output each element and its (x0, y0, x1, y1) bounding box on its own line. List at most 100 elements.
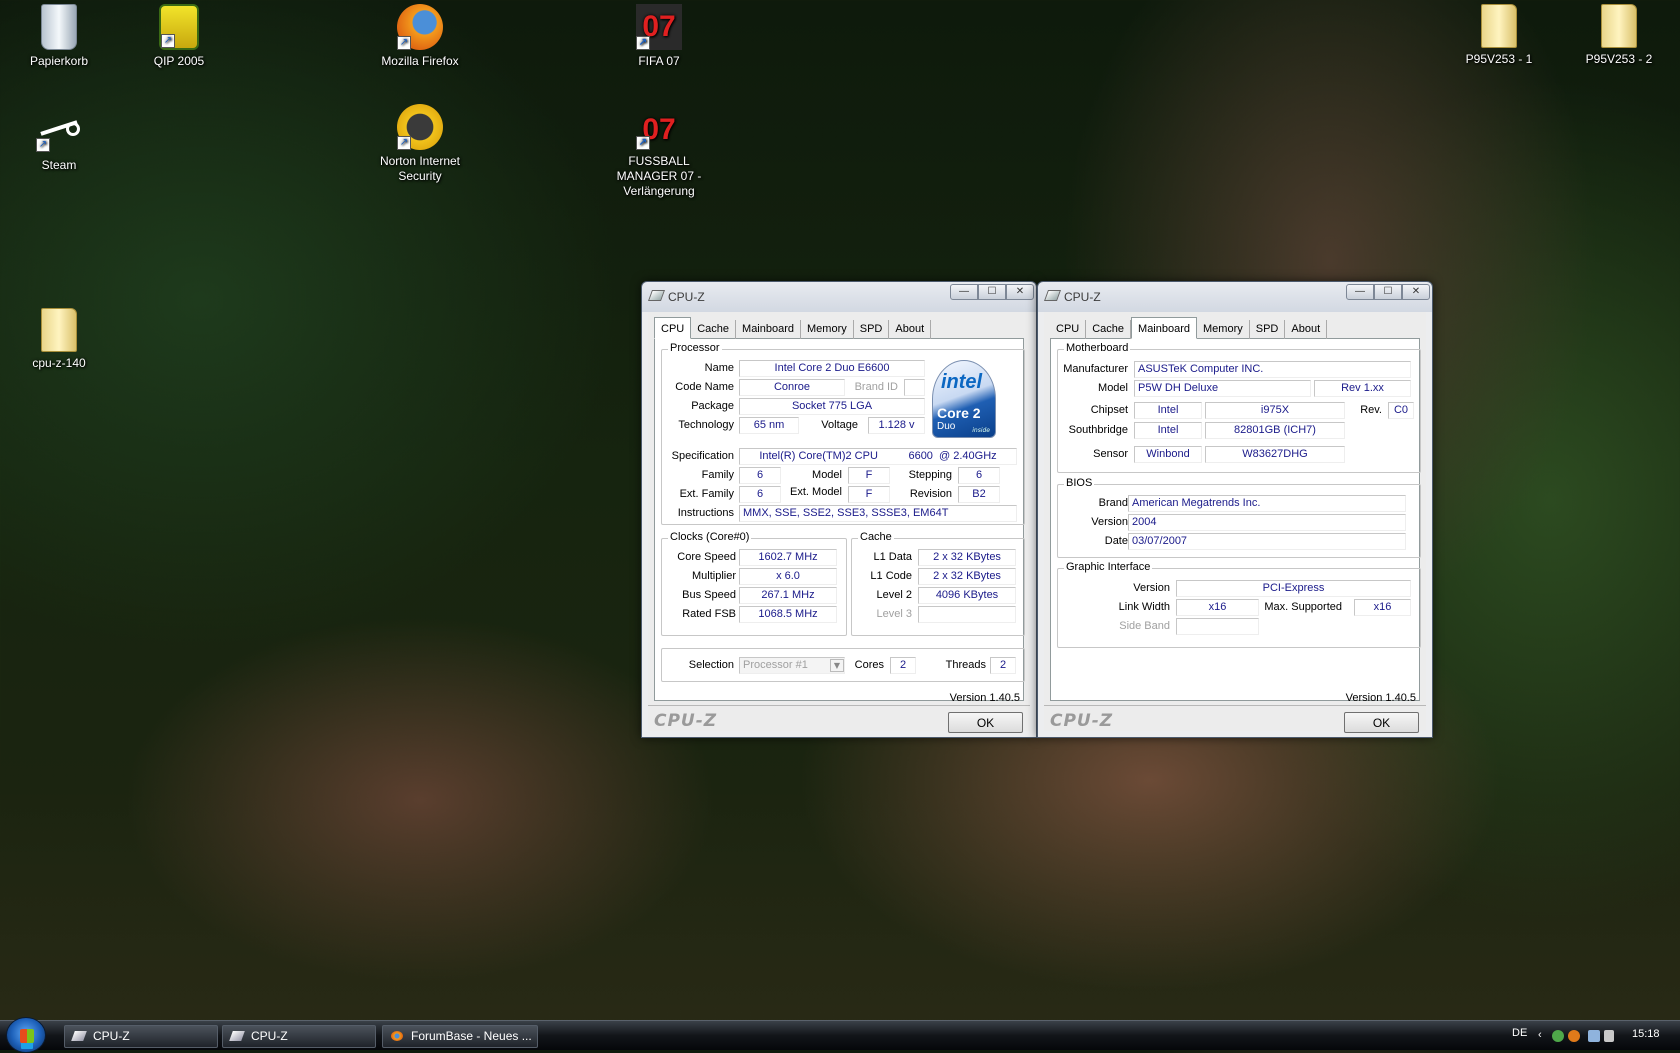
desktop-icon-fussball-manager[interactable]: 07 ↗ FUSSBALL MANAGER 07 - Verlängerung (594, 110, 724, 199)
recycle-bin-icon (41, 4, 77, 50)
label-package: Package (691, 400, 734, 412)
label-max-supported: Max. Supported (1264, 601, 1342, 613)
motherboard-group: Motherboard Manufacturer ASUSTeK Compute… (1057, 342, 1421, 473)
close-button[interactable]: ✕ (1402, 284, 1430, 300)
title-bar[interactable]: CPU-Z — ☐ ✕ (1038, 282, 1432, 310)
bios-date-value: 03/07/2007 (1128, 533, 1406, 550)
label-link-width: Link Width (1118, 601, 1170, 613)
intel-brand-text: intel (941, 371, 983, 393)
manufacturer-value: ASUSTeK Computer INC. (1134, 361, 1411, 378)
tab-cache[interactable]: Cache (1086, 320, 1132, 339)
desktop-icon-p95v253-1[interactable]: P95V253 - 1 (1444, 4, 1554, 67)
tab-strip: CPU Cache Mainboard Memory SPD About (1050, 317, 1420, 339)
label-bios-version: Version (1091, 516, 1128, 528)
label-bios-brand: Brand (1098, 497, 1128, 509)
taskbar-button-cpuz-2[interactable]: CPU-Z (222, 1025, 376, 1048)
bios-version-value: 2004 (1128, 514, 1406, 531)
tab-about[interactable]: About (889, 320, 932, 339)
label-threads: Threads (945, 659, 986, 671)
southbridge-vendor-value: Intel (1134, 422, 1202, 439)
label-rev: Rev. (1360, 404, 1382, 416)
tab-cpu[interactable]: CPU (1050, 320, 1087, 339)
sensor-value: W83627DHG (1205, 446, 1345, 463)
label-codename: Code Name (675, 381, 734, 393)
group-title: Cache (858, 531, 894, 543)
title-bar[interactable]: CPU-Z — ☐ ✕ (642, 282, 1036, 310)
desktop-icon-norton[interactable]: ↗ Norton Internet Security (365, 104, 475, 184)
desktop-icon-fifa[interactable]: 07 ↗ FIFA 07 (604, 4, 714, 69)
threads-value: 2 (990, 657, 1016, 674)
label-specification: Specification (671, 450, 734, 462)
maximize-button[interactable]: ☐ (1374, 284, 1402, 300)
cpuz-app-icon (71, 1031, 87, 1041)
desktop-icon-cpu-z-140[interactable]: cpu-z-140 (4, 308, 114, 371)
version-label: Version 1.40.5 (1345, 692, 1416, 704)
label-extfamily: Ext. Family (679, 488, 734, 500)
tab-panel-mainboard: Motherboard Manufacturer ASUSTeK Compute… (1050, 339, 1421, 701)
cpuz-logo: CPU-Z (654, 711, 718, 731)
multiplier-value: x 6.0 (739, 568, 837, 585)
label-brandid: Brand ID (854, 381, 898, 393)
taskbar-button-forumbase[interactable]: ForumBase - Neues ... (382, 1025, 538, 1048)
ok-button[interactable]: OK (948, 712, 1023, 733)
network-icon[interactable] (1588, 1030, 1600, 1042)
desktop-icon-label: FUSSBALL MANAGER 07 - Verlängerung (616, 154, 702, 198)
cache-group: Cache L1 Data 2 x 32 KBytes L1 Code 2 x … (851, 531, 1025, 636)
desktop-icon-qip[interactable]: ↗ QIP 2005 (124, 4, 234, 69)
revision-value: B2 (958, 486, 1000, 503)
label-sensor: Sensor (1093, 448, 1128, 460)
window-title: CPU-Z (668, 290, 705, 304)
folder-icon (41, 308, 77, 352)
window-footer: CPU-Z OK (648, 705, 1030, 735)
brandid-value (904, 379, 925, 396)
minimize-button[interactable]: — (1346, 284, 1374, 300)
qip-icon: ↗ (159, 4, 199, 50)
tab-mainboard[interactable]: Mainboard (736, 320, 802, 339)
tab-cache[interactable]: Cache (691, 320, 737, 339)
language-indicator[interactable]: DE (1512, 1027, 1527, 1039)
family-value: 6 (739, 467, 781, 484)
extfamily-value: 6 (739, 486, 781, 503)
minimize-button[interactable]: — (950, 284, 978, 300)
clock[interactable]: 15:18 (1632, 1028, 1660, 1040)
max-supported-value: x16 (1354, 599, 1411, 616)
tab-mainboard[interactable]: Mainboard (1131, 317, 1198, 339)
taskbar-button-label: CPU-Z (251, 1029, 288, 1043)
label-voltage: Voltage (821, 419, 858, 431)
desktop-icon-label: FIFA 07 (638, 54, 680, 68)
cpu-name-value: Intel Core 2 Duo E6600 (739, 360, 925, 377)
close-button[interactable]: ✕ (1006, 284, 1034, 300)
chevron-left-icon[interactable]: ‹ (1538, 1029, 1542, 1041)
label-southbridge: Southbridge (1068, 424, 1128, 436)
shield-icon[interactable] (1568, 1030, 1580, 1042)
chipset-vendor-value: Intel (1134, 402, 1202, 419)
bios-group: BIOS Brand American Megatrends Inc. Vers… (1057, 477, 1421, 558)
tab-memory[interactable]: Memory (1197, 320, 1250, 339)
specification-value: Intel(R) Core(TM)2 CPU 6600 @ 2.40GHz (739, 448, 1017, 465)
desktop-icon-steam[interactable]: ↗ Steam (4, 114, 114, 173)
package-value: Socket 775 LGA (739, 398, 925, 415)
start-button[interactable] (6, 1017, 46, 1053)
network-user-icon[interactable] (1552, 1030, 1564, 1042)
taskbar-button-cpuz-1[interactable]: CPU-Z (64, 1025, 218, 1048)
volume-icon[interactable] (1604, 1030, 1614, 1042)
desktop-icon-firefox[interactable]: ↗ Mozilla Firefox (365, 4, 475, 69)
tab-spd[interactable]: SPD (1250, 320, 1286, 339)
tab-about[interactable]: About (1285, 320, 1328, 339)
desktop-icon-papierkorb[interactable]: Papierkorb (4, 4, 114, 69)
label-level2: Level 2 (876, 589, 912, 601)
chevron-down-icon[interactable]: ▼ (830, 659, 844, 672)
maximize-button[interactable]: ☐ (978, 284, 1006, 300)
ok-button[interactable]: OK (1344, 712, 1419, 733)
folder-icon (1481, 4, 1517, 48)
label-gi-version: Version (1133, 582, 1170, 594)
label-l1code: L1 Code (870, 570, 912, 582)
voltage-value: 1.128 v (868, 417, 925, 434)
busspeed-value: 267.1 MHz (739, 587, 837, 604)
tab-spd[interactable]: SPD (854, 320, 890, 339)
tab-cpu[interactable]: CPU (654, 317, 692, 339)
tab-memory[interactable]: Memory (801, 320, 854, 339)
desktop-icon-p95v253-2[interactable]: P95V253 - 2 (1564, 4, 1674, 67)
label-model: Model (812, 469, 842, 481)
label-instructions: Instructions (677, 507, 734, 519)
